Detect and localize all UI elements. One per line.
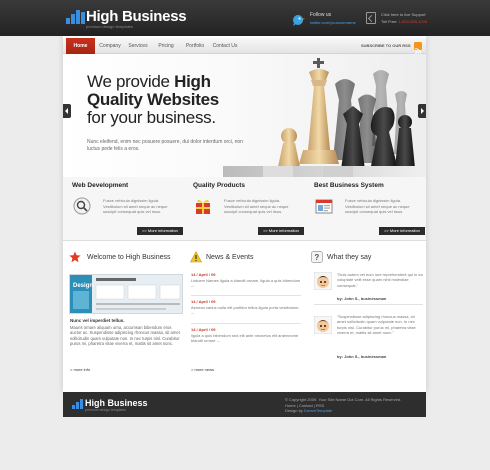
- help-question-icon: ?: [311, 251, 323, 263]
- slider-next-arrow[interactable]: [418, 104, 426, 118]
- twitter-link[interactable]: twitter.com/yourusername: [310, 20, 356, 25]
- more-information-button[interactable]: >> More information: [379, 227, 425, 235]
- feature-title: Best Business System: [314, 182, 384, 189]
- news-read-more[interactable]: ...: [217, 338, 220, 343]
- feature-best-business-system: Best Business System Fusce vehicula dign…: [305, 177, 425, 241]
- testimonial-quote: "Duis autem vel eum iure reprehenderit q…: [337, 272, 423, 288]
- toll-free-line: Toll Free: 1-800-555-1234: [381, 19, 427, 24]
- news-text-line: ligula a quis bibendum sed elit ante nec…: [191, 333, 301, 344]
- footer-logo-bars-icon: [72, 399, 83, 409]
- welcome-title: Nunc vel imperdiet tellus.: [70, 318, 125, 323]
- svg-text:Design: Design: [73, 283, 93, 289]
- news-text-line: Listuem Names ligula a blandit ornare, l…: [191, 278, 301, 289]
- news-divider: [191, 295, 301, 296]
- toll-free-label: Toll Free:: [381, 19, 398, 24]
- footer-design-credit: Design by DreamTemplate: [285, 408, 332, 413]
- rss-icon[interactable]: [414, 42, 422, 54]
- news-read-more[interactable]: ...: [191, 310, 194, 315]
- hero-line2: Quality Websites: [87, 90, 219, 109]
- more-info-link[interactable]: > more info: [70, 367, 90, 372]
- support-cursor-icon[interactable]: [366, 12, 376, 24]
- testimonial-quote: "Suspendisse adipiscing rhoncus massa, s…: [337, 314, 416, 336]
- welcome-text: Mauris ornare aliquam urna, accumsan bib…: [70, 325, 180, 347]
- main-nav: Home Company Services Pricing Portfolio …: [63, 38, 426, 54]
- svg-text:?: ?: [314, 253, 319, 262]
- news-text: Aenean varius nulla elit porttitor tellu…: [191, 305, 300, 310]
- browser-icon: [315, 199, 333, 214]
- nav-item-company[interactable]: Company: [96, 38, 124, 54]
- logo-bars-icon[interactable]: [66, 10, 85, 24]
- testimonial-divider: [314, 304, 423, 305]
- nav-item-pricing[interactable]: Pricing: [153, 38, 179, 54]
- footer-copyright: © Copyright 2009. Your Site Name Dot Com…: [285, 397, 402, 402]
- top-header-bar: High Business premium design templates F…: [0, 0, 490, 36]
- features-strip: Web Development Fusce vehicula dignissim…: [63, 177, 426, 241]
- welcome-screenshot-image: Design: [69, 274, 183, 314]
- news-text: ligula a quis bibendum sed elit ante nec…: [191, 333, 299, 344]
- feature-text: Fusce vehicula dignissim ligula. Vestibu…: [103, 198, 168, 214]
- news-divider: [191, 323, 301, 324]
- news-text-line: Aenean varius nulla elit porttitor tellu…: [191, 305, 301, 316]
- welcome-heading: Welcome to High Business: [87, 254, 171, 261]
- footer-logo-title[interactable]: High Business: [85, 398, 148, 408]
- more-news-link[interactable]: > more news: [191, 367, 214, 372]
- news-item: 14 / April / 09 Listuem Names ligula a b…: [191, 272, 301, 289]
- follow-us-label: Follow us: [310, 12, 332, 18]
- hero-line1-bold: High: [174, 72, 211, 91]
- feature-text: Fusce vehicula dignissim ligula. Vestibu…: [224, 198, 289, 214]
- more-information-button[interactable]: >> More information: [137, 227, 183, 235]
- warning-icon: [190, 251, 202, 263]
- star-icon: [69, 251, 81, 263]
- news-date: 14 / April / 09: [191, 299, 216, 304]
- logo-title[interactable]: High Business: [86, 8, 187, 25]
- hero-banner: We provide High Quality Websites for you…: [63, 54, 426, 191]
- hero-line1-prefix: We provide: [87, 72, 175, 91]
- testimonial-author: by: John S., businessman: [337, 296, 387, 301]
- news-text: Listuem Names ligula a blandit ornare, l…: [191, 278, 301, 283]
- news-heading: News & Events: [206, 254, 254, 261]
- feature-text: Fusce vehicula dignissim ligula. Vestibu…: [345, 198, 410, 214]
- hero-line3: for your business.: [87, 108, 216, 127]
- gift-icon: [196, 199, 210, 214]
- feature-web-development: Web Development Fusce vehicula dignissim…: [63, 177, 183, 241]
- twitter-bird-icon[interactable]: [290, 12, 306, 26]
- testimonials-heading: What they say: [327, 254, 372, 261]
- design-by-label: Design by: [285, 408, 303, 413]
- testimonial-author: by: John S., businessman: [337, 354, 387, 359]
- slider-prev-arrow[interactable]: [63, 104, 71, 118]
- toll-free-number: 1-800-555-1234: [398, 19, 428, 24]
- logo-tagline: premium design templates: [86, 24, 133, 29]
- nav-item-contact[interactable]: Contact Us: [209, 38, 241, 54]
- avatar: [314, 272, 332, 290]
- subscribe-rss-link[interactable]: SUBSCRIBE TO OUR RSS: [361, 38, 411, 54]
- nav-item-home[interactable]: Home: [66, 38, 95, 54]
- feature-title: Web Development: [72, 182, 129, 189]
- avatar: [314, 316, 332, 334]
- feature-quality-products: Quality Products Fusce vehicula dignissi…: [184, 177, 304, 241]
- design-credit-link[interactable]: DreamTemplate: [304, 408, 332, 413]
- footer-tagline: premium design templates: [85, 408, 127, 412]
- feature-title: Quality Products: [193, 182, 246, 189]
- live-support-link[interactable]: Click here to live Support: [381, 12, 425, 17]
- page-container: Home Company Services Pricing Portfolio …: [63, 36, 426, 392]
- news-item: 14 / April / 09 ligula a quis bibendum s…: [191, 327, 301, 344]
- news-read-more[interactable]: ...: [191, 283, 194, 288]
- nav-item-portfolio[interactable]: Portfolio: [181, 38, 209, 54]
- news-date: 14 / April / 09: [191, 327, 216, 332]
- chess-pieces-image: [223, 58, 418, 190]
- nav-item-services[interactable]: Services: [124, 38, 152, 54]
- news-item: 14 / April / 09 Aenean varius nulla elit…: [191, 299, 301, 316]
- news-date: 14 / April / 09: [191, 272, 216, 277]
- magnifier-icon: [73, 197, 91, 215]
- more-information-button[interactable]: >> More information: [258, 227, 304, 235]
- footer: High Business premium design templates ©…: [63, 392, 426, 417]
